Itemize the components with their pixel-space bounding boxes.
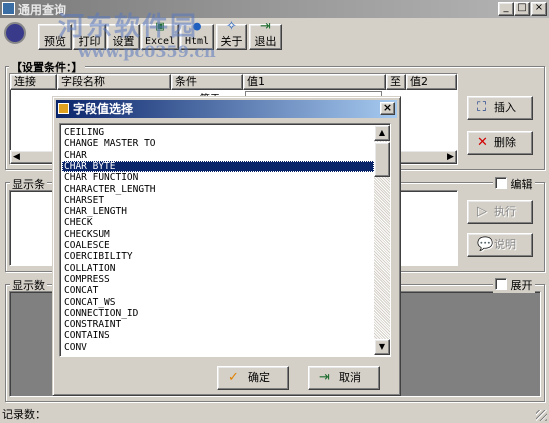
- list-item[interactable]: CONV: [62, 342, 374, 353]
- list-item[interactable]: CHARACTER_LENGTH: [62, 184, 374, 195]
- list-vscroll[interactable]: ▲ ▼: [374, 125, 390, 355]
- preview-button[interactable]: 预览: [38, 24, 72, 50]
- dialog-app-icon: [58, 103, 69, 114]
- speech-bubble-icon: 💬: [477, 237, 494, 252]
- scroll-up-arrow[interactable]: ▲: [374, 125, 390, 141]
- explain-button[interactable]: 💬 说明: [467, 233, 533, 257]
- delete-icon: ✕: [477, 135, 488, 150]
- settings-button[interactable]: 设置: [107, 24, 140, 50]
- maximize-button[interactable]: □: [514, 2, 530, 16]
- list-item[interactable]: CHANGE MASTER TO: [62, 138, 374, 149]
- cancel-button[interactable]: ⇥ 取消: [308, 366, 380, 390]
- list-item[interactable]: COERCIBILITY: [62, 251, 374, 262]
- expand-checkbox[interactable]: [495, 278, 507, 290]
- edit-checkbox[interactable]: [495, 177, 507, 189]
- delete-button[interactable]: ✕ 删除: [467, 131, 533, 155]
- list-item[interactable]: COMPRESS: [62, 274, 374, 285]
- ok-button[interactable]: ✓ 确定: [217, 366, 289, 390]
- list-item[interactable]: CHAR_LENGTH: [62, 206, 374, 217]
- insert-button[interactable]: ⛶ 插入: [467, 96, 533, 120]
- execute-button[interactable]: ▷ 执行: [467, 200, 533, 224]
- list-item[interactable]: CHECKSUM: [62, 229, 374, 240]
- html-button[interactable]: ● Html: [180, 19, 214, 50]
- list-item[interactable]: CONTAINS: [62, 330, 374, 341]
- dialog-title: 字段值选择: [73, 102, 134, 116]
- disk-icon: [4, 22, 26, 44]
- field-value-dialog[interactable]: 字段值选择 × CEILING CHANGE MASTER TO CHAR CHAR …: [52, 96, 401, 396]
- close-button[interactable]: ×: [531, 2, 547, 16]
- list-item[interactable]: CHAR BYTE: [62, 160, 374, 173]
- scroll-left-arrow[interactable]: ◀: [13, 152, 20, 162]
- col-condition: 条件: [171, 74, 243, 90]
- col-connect: 连接: [10, 74, 57, 90]
- list-item[interactable]: CONCAT_WS: [62, 297, 374, 308]
- about-button[interactable]: ✧ 关于: [216, 19, 247, 50]
- scroll-thumb[interactable]: [374, 142, 390, 177]
- about-icon: ✧: [226, 19, 237, 34]
- list-item[interactable]: COALESCE: [62, 240, 374, 251]
- list-item[interactable]: CHAR: [62, 150, 374, 161]
- list-item[interactable]: CEILING: [62, 127, 374, 138]
- list-item[interactable]: CONCAT: [62, 285, 374, 296]
- window-title-bar[interactable]: 通用查询 _ □ ×: [0, 0, 549, 18]
- window-title: 通用查询: [18, 3, 67, 17]
- list-item[interactable]: CONNECTION_ID: [62, 308, 374, 319]
- dialog-close-button[interactable]: ×: [380, 102, 395, 115]
- col-field-name: 字段名称: [57, 74, 171, 90]
- play-icon: ▷: [477, 204, 487, 219]
- field-value-list[interactable]: CEILING CHANGE MASTER TO CHAR CHAR BYTE CHAR…: [59, 123, 391, 357]
- print-button[interactable]: 打印: [73, 24, 106, 50]
- scroll-down-arrow[interactable]: ▼: [374, 339, 390, 355]
- size-grip[interactable]: [536, 410, 547, 421]
- excel-icon: ▣: [156, 19, 164, 34]
- col-to: 至: [386, 74, 406, 90]
- expand-label: 展开: [510, 279, 533, 292]
- list-item[interactable]: CHAR FUNCTION: [62, 172, 374, 183]
- exit-icon: ⇥: [260, 19, 271, 34]
- door-exit-icon: ⇥: [319, 370, 330, 385]
- dialog-title-bar[interactable]: 字段值选择 ×: [56, 100, 397, 118]
- edit-checkbox-wrap[interactable]: 编辑: [493, 176, 535, 192]
- scroll-right-arrow[interactable]: ▶: [447, 152, 454, 162]
- edit-label: 编辑: [510, 178, 533, 191]
- record-count-label: 记录数：: [2, 408, 46, 421]
- globe-icon: ●: [193, 19, 201, 34]
- list-item[interactable]: CONSTRAINT: [62, 319, 374, 330]
- list-item[interactable]: CHECK: [62, 217, 374, 228]
- expand-checkbox-wrap[interactable]: 展开: [493, 277, 535, 293]
- list-item[interactable]: COLLATION: [62, 263, 374, 274]
- excel-button[interactable]: ▣ Excel: [141, 19, 179, 50]
- checkmark-icon: ✓: [228, 370, 239, 385]
- col-value1: 值1: [243, 74, 386, 90]
- col-value2: 值2: [406, 74, 457, 90]
- exit-button[interactable]: ⇥ 退出: [249, 19, 282, 50]
- minimize-button[interactable]: _: [498, 2, 514, 16]
- list-item[interactable]: CHARSET: [62, 195, 374, 206]
- app-icon: [2, 2, 15, 15]
- insert-icon: ⛶: [477, 100, 487, 115]
